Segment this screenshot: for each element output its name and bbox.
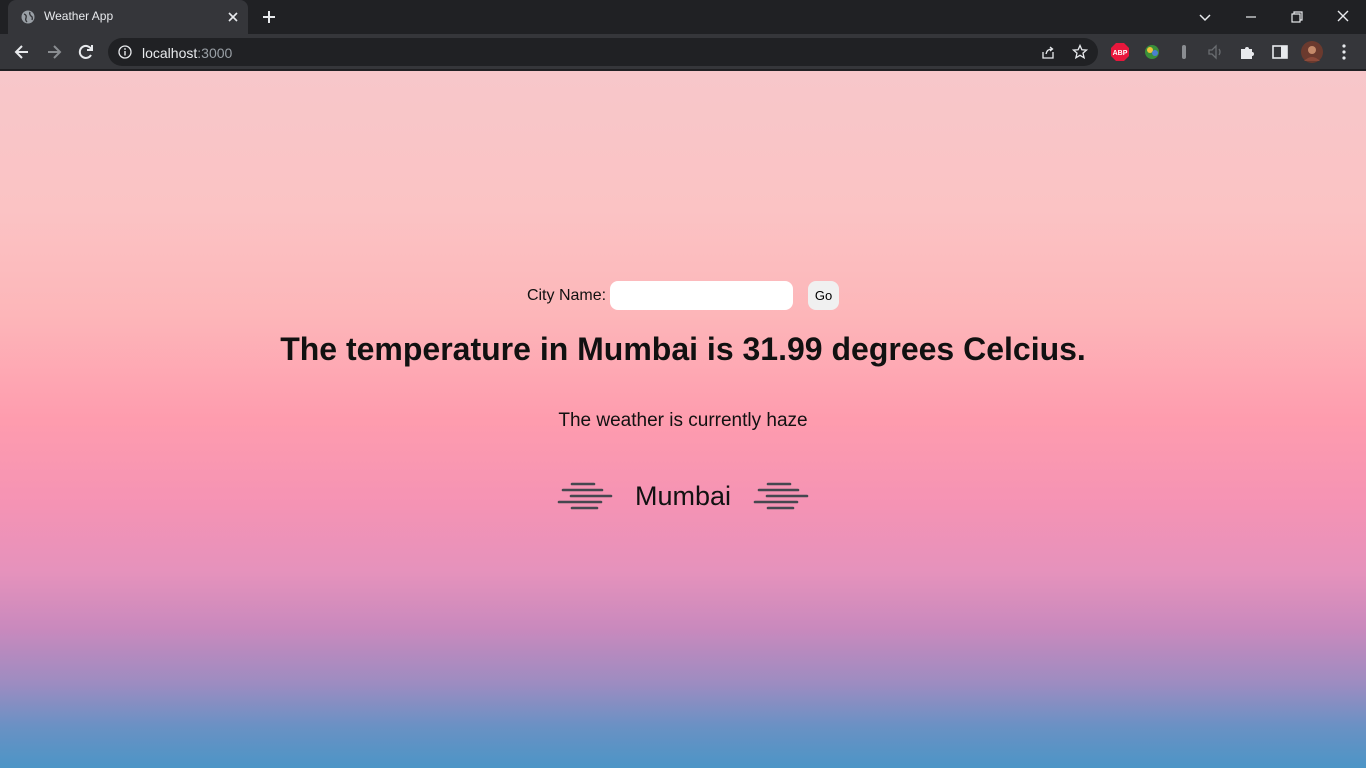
globe-icon [21,10,35,24]
menu-dots-icon[interactable] [1334,42,1354,62]
close-window-icon[interactable] [1332,6,1354,28]
restore-icon[interactable] [1286,6,1308,28]
tab-weather-app[interactable]: Weather App [8,0,248,34]
url-host: localhost [142,45,198,61]
temperature-heading: The temperature in Mumbai is 31.99 degre… [280,331,1086,367]
extension-icon[interactable] [1142,42,1162,62]
go-button[interactable]: Go [808,281,840,310]
url-text: localhost:3000 [142,45,232,61]
url-port: :3000 [197,45,233,61]
address-bar[interactable]: localhost:3000 [108,38,1098,66]
city-name-label: City Name: [526,286,607,304]
haze-icon [557,482,613,510]
page-viewport: City Name: Go The temperature in Mumbai … [0,71,1366,768]
reload-icon[interactable] [76,42,96,62]
forward-icon[interactable] [44,42,64,62]
bookmark-star-icon[interactable] [1072,44,1088,60]
weather-description: The weather is currently haze [558,410,808,431]
side-panel-icon[interactable] [1270,42,1290,62]
city-row: Mumbai [0,476,1366,516]
media-icon[interactable] [1206,42,1226,62]
new-tab-icon[interactable] [260,8,278,26]
browser-toolbar: localhost:3000 ABP [0,34,1366,70]
avatar[interactable] [1301,41,1323,63]
city-name-input[interactable] [610,281,794,310]
extension-icon[interactable] [1174,42,1194,62]
city-form: City Name: Go [0,281,1366,310]
close-tab-icon[interactable] [224,8,242,26]
tab-title: Weather App [44,9,114,23]
puzzle-icon[interactable] [1238,42,1258,62]
tab-strip: Weather App [0,0,1366,34]
site-info-icon[interactable] [118,45,132,59]
share-icon[interactable] [1040,44,1056,60]
haze-icon [753,482,809,510]
svg-text:ABP: ABP [1113,50,1128,57]
city-name: Mumbai [634,480,732,511]
back-icon[interactable] [12,42,32,62]
minimize-icon[interactable] [1240,6,1262,28]
tab-search-icon[interactable] [1194,6,1216,28]
adblock-plus-icon[interactable]: ABP [1110,42,1130,62]
